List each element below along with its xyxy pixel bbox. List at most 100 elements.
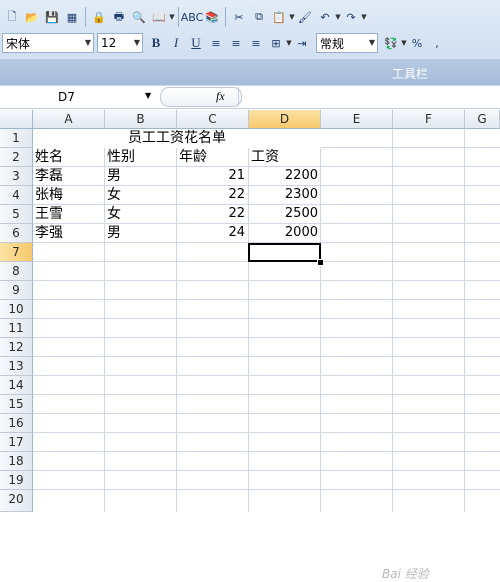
column-header-d[interactable]: D xyxy=(249,110,321,129)
print-preview-icon[interactable]: 🔍 xyxy=(130,8,148,26)
row-header-5[interactable]: 5 xyxy=(0,205,33,224)
row-header-11[interactable]: 11 xyxy=(0,319,33,338)
row-header-17[interactable]: 17 xyxy=(0,433,33,452)
cell-name[interactable]: 张梅 xyxy=(35,186,63,204)
cell-gender[interactable]: 男 xyxy=(107,224,121,242)
fill-handle[interactable] xyxy=(317,259,324,266)
active-cell-d7[interactable] xyxy=(248,243,321,262)
save-icon[interactable]: 💾 xyxy=(43,8,61,26)
cell-salary[interactable]: 2000 xyxy=(249,224,318,242)
row-header-18[interactable]: 18 xyxy=(0,452,33,471)
worksheet-grid[interactable]: A B C D E F G 1 2 3 4 5 6 7 8 9 10 11 12… xyxy=(0,110,500,581)
cell-age[interactable]: 21 xyxy=(177,167,245,185)
cell-salary[interactable]: 2500 xyxy=(249,205,318,223)
currency-icon[interactable]: 💱 xyxy=(382,34,400,52)
cell-age[interactable]: 22 xyxy=(177,205,245,223)
cell-salary[interactable]: 2200 xyxy=(249,167,318,185)
row-header-7[interactable]: 7 xyxy=(0,243,33,262)
number-format-combo[interactable]: 常规 ▼ xyxy=(316,33,378,53)
chevron-down-icon[interactable]: ▼ xyxy=(369,38,375,47)
font-name-value: 宋体 xyxy=(6,36,31,51)
research-book-icon[interactable]: 📚 xyxy=(203,8,221,26)
italic-button[interactable]: I xyxy=(167,34,185,52)
new-document-icon[interactable]: 🗋 xyxy=(3,8,21,26)
print-icon[interactable]: 🖶 xyxy=(110,8,128,26)
cell-age[interactable]: 22 xyxy=(177,186,245,204)
row-header-3[interactable]: 3 xyxy=(0,167,33,186)
merge-center-icon[interactable]: ⊞ xyxy=(267,34,285,52)
font-name-combo[interactable]: 宋体 ▼ xyxy=(2,33,94,53)
paste-dropdown-icon[interactable]: ▼ xyxy=(289,13,295,21)
align-center-icon[interactable]: ≡ xyxy=(227,34,245,52)
chevron-down-icon[interactable]: ▼ xyxy=(145,91,151,100)
cut-icon[interactable]: ✂ xyxy=(230,8,248,26)
row-header-6[interactable]: 6 xyxy=(0,224,33,243)
comma-button[interactable]: , xyxy=(428,34,446,52)
chevron-down-icon[interactable]: ▼ xyxy=(85,38,91,47)
row-header-1[interactable]: 1 xyxy=(0,129,33,148)
row-header-10[interactable]: 10 xyxy=(0,300,33,319)
percent-button[interactable]: % xyxy=(408,34,426,52)
underline-button[interactable]: U xyxy=(187,34,205,52)
row-header-20[interactable]: 20 xyxy=(0,490,33,512)
header-cell-gender[interactable]: 性别 xyxy=(107,148,135,166)
column-header-a[interactable]: A xyxy=(33,110,105,129)
research-icon[interactable]: 📖 xyxy=(150,8,168,26)
row-header-14[interactable]: 14 xyxy=(0,376,33,395)
align-right-icon[interactable]: ≡ xyxy=(247,34,265,52)
bold-button[interactable]: B xyxy=(147,34,165,52)
align-left-icon[interactable]: ≡ xyxy=(207,34,225,52)
spelling-icon[interactable]: ABC xyxy=(181,8,204,26)
cell-name[interactable]: 王雪 xyxy=(35,205,63,223)
column-header-f[interactable]: F xyxy=(393,110,465,129)
cell-name[interactable]: 李磊 xyxy=(35,167,63,185)
row-header-19[interactable]: 19 xyxy=(0,471,33,490)
font-size-combo[interactable]: 12 ▼ xyxy=(97,33,143,53)
gridline xyxy=(464,129,465,512)
select-all-corner[interactable] xyxy=(0,110,33,129)
formula-bar-slider[interactable] xyxy=(160,87,242,107)
permission-icon[interactable]: 🔒 xyxy=(90,8,108,26)
column-header-c[interactable]: C xyxy=(177,110,249,129)
excel-icon[interactable]: ▦ xyxy=(63,8,81,26)
header-cell-age[interactable]: 年龄 xyxy=(179,148,207,166)
indent-icon[interactable]: ⇥ xyxy=(293,34,311,52)
row-header-16[interactable]: 16 xyxy=(0,414,33,433)
format-painter-icon[interactable]: 🖌 xyxy=(296,8,314,26)
row-header-9[interactable]: 9 xyxy=(0,281,33,300)
formula-input[interactable] xyxy=(238,87,500,106)
merge-dropdown-icon[interactable]: ▼ xyxy=(286,39,292,47)
chevron-down-icon[interactable]: ▼ xyxy=(134,38,140,47)
column-header-e[interactable]: E xyxy=(321,110,393,129)
row-header-4[interactable]: 4 xyxy=(0,186,33,205)
column-header-g[interactable]: G xyxy=(465,110,500,129)
research-dropdown-icon[interactable]: ▼ xyxy=(169,13,175,21)
undo-dropdown-icon[interactable]: ▼ xyxy=(335,13,341,21)
column-header-b[interactable]: B xyxy=(105,110,177,129)
cell-gender[interactable]: 男 xyxy=(107,167,121,185)
toolbar-separator xyxy=(85,7,86,27)
cell-name[interactable]: 李强 xyxy=(35,224,63,242)
row-header-8[interactable]: 8 xyxy=(0,262,33,281)
cell-gender[interactable]: 女 xyxy=(107,186,121,204)
copy-icon[interactable]: ⧉ xyxy=(250,8,268,26)
cell-gender[interactable]: 女 xyxy=(107,205,121,223)
row-header-12[interactable]: 12 xyxy=(0,338,33,357)
cell-salary[interactable]: 2300 xyxy=(249,186,318,204)
header-cell-salary[interactable]: 工资 xyxy=(251,148,279,166)
formatting-toolbar: 宋体 ▼ 12 ▼ B I U ≡ ≡ ≡ ⊞ ▼ ⇥ 常规 ▼ 💱 ▼ % , xyxy=(2,30,447,56)
redo-icon[interactable]: ↷ xyxy=(342,8,360,26)
paste-icon[interactable]: 📋 xyxy=(270,8,288,26)
undo-icon[interactable]: ↶ xyxy=(316,8,334,26)
redo-dropdown-icon[interactable]: ▼ xyxy=(361,13,367,21)
open-folder-icon[interactable]: 📂 xyxy=(23,8,41,26)
sheet-title-cell[interactable]: 员工工资花名单 xyxy=(33,129,321,148)
row-header-13[interactable]: 13 xyxy=(0,357,33,376)
currency-dropdown-icon[interactable]: ▼ xyxy=(401,39,407,47)
row-header-2[interactable]: 2 xyxy=(0,148,33,167)
name-box[interactable]: D7 ▼ xyxy=(0,87,155,107)
header-cell-name[interactable]: 姓名 xyxy=(35,148,63,166)
cell-age[interactable]: 24 xyxy=(177,224,245,242)
insert-function-icon[interactable]: fx xyxy=(216,89,225,104)
row-header-15[interactable]: 15 xyxy=(0,395,33,414)
